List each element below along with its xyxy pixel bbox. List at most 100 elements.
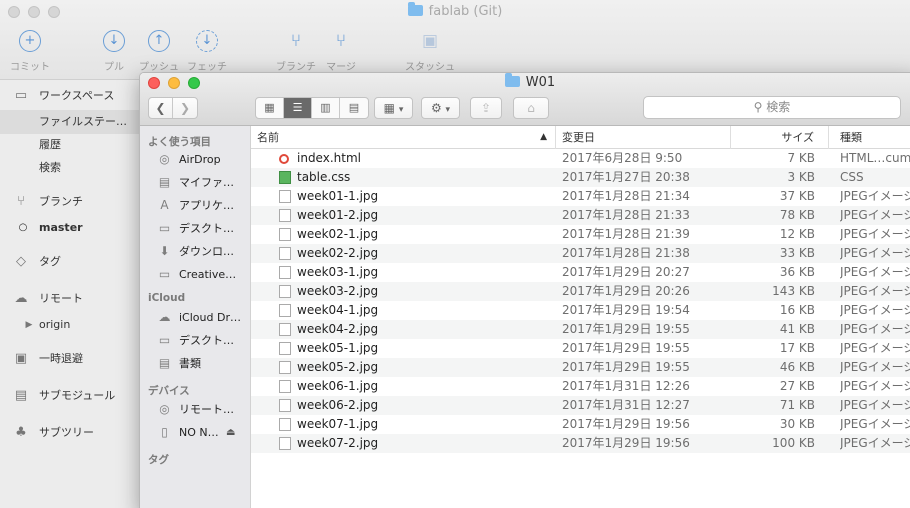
sidebar-stashes[interactable]: ▣ 一時退避 bbox=[0, 347, 140, 371]
fetch-button[interactable]: ↓ フェッチ bbox=[177, 30, 237, 73]
sidebar-item-file-status[interactable]: ファイルステー… bbox=[0, 110, 140, 134]
column-kind[interactable]: 種類 bbox=[829, 126, 910, 149]
eject-icon[interactable]: ⏏ bbox=[226, 423, 235, 442]
file-modified: 2017年1月28日 21:33 bbox=[562, 208, 690, 222]
sidebar-tags[interactable]: ◇ タグ bbox=[0, 250, 140, 274]
sidebar-item-remote-disc[interactable]: ◎ リモート… bbox=[140, 400, 250, 419]
pull-icon: ↓ bbox=[103, 30, 125, 52]
file-modified: 2017年1月31日 12:26 bbox=[562, 379, 690, 393]
table-row[interactable]: week03-1.jpg 2017年1月29日 20:27 36 KB JPEGイメー… bbox=[251, 263, 910, 282]
table-row[interactable]: table.css 2017年1月27日 20:38 3 KB CSS bbox=[251, 168, 910, 187]
file-modified: 2017年1月28日 21:34 bbox=[562, 189, 690, 203]
image-file-icon bbox=[279, 361, 291, 374]
table-row[interactable]: week04-1.jpg 2017年1月29日 19:54 16 KB JPEGイメー… bbox=[251, 301, 910, 320]
sidebar-item-airdrop[interactable]: ◎ AirDrop bbox=[140, 150, 250, 169]
list-view-button[interactable]: ☰ bbox=[284, 98, 312, 118]
folder-icon bbox=[407, 2, 423, 16]
table-row[interactable]: week05-2.jpg 2017年1月29日 19:55 46 KB JPEGイメー… bbox=[251, 358, 910, 377]
image-file-icon bbox=[279, 342, 291, 355]
file-name: week06-2.jpg bbox=[297, 398, 379, 412]
tag-icon: ◇ bbox=[16, 254, 26, 269]
image-file-icon bbox=[279, 228, 291, 241]
column-view-button[interactable]: ▥ bbox=[312, 98, 340, 118]
sidebar-item-applications[interactable]: A アプリケ… bbox=[140, 196, 250, 215]
sidebar-item-history[interactable]: 履歴 bbox=[0, 133, 140, 157]
column-name[interactable]: 名前 ▲ bbox=[251, 126, 556, 149]
file-modified: 2017年1月29日 19:56 bbox=[562, 417, 690, 431]
cloud-icon: ☁ bbox=[14, 291, 28, 306]
share-button[interactable]: ⇪ bbox=[470, 97, 502, 119]
search-input[interactable]: ⚲ 検索 bbox=[643, 96, 901, 119]
file-name: week02-2.jpg bbox=[297, 246, 379, 260]
table-row[interactable]: week07-2.jpg 2017年1月29日 19:56 100 KB JPEGイメ… bbox=[251, 434, 910, 453]
file-modified: 2017年6月28日 9:50 bbox=[562, 151, 683, 165]
table-row[interactable]: week06-2.jpg 2017年1月31日 12:27 71 KB JPEGイメー… bbox=[251, 396, 910, 415]
all-files-icon: ▤ bbox=[158, 175, 171, 189]
column-modified[interactable]: 変更日 bbox=[556, 126, 731, 149]
finder-sidebar: よく使う項目 ◎ AirDrop ▤ マイファ… A アプリケ… ▭ デスクト… ⬇ ダウ… bbox=[140, 126, 251, 508]
column-size[interactable]: サイズ bbox=[731, 126, 829, 149]
back-button[interactable]: ❮ bbox=[149, 98, 173, 118]
sidebar-workspace[interactable]: ▭ ワークスペース bbox=[0, 84, 140, 108]
sidebar-item-icloud-drive[interactable]: ☁ iCloud Dr… bbox=[140, 308, 250, 327]
disclosure-triangle-icon[interactable]: ▶ bbox=[20, 318, 38, 332]
file-kind: JPEGイメージ bbox=[840, 303, 910, 317]
cover-flow-button[interactable]: ▤ bbox=[340, 98, 368, 118]
file-modified: 2017年1月29日 19:55 bbox=[562, 360, 690, 374]
tags-button[interactable]: ⌂ bbox=[513, 97, 549, 119]
file-size: 30 KB bbox=[779, 417, 815, 431]
sidebar-item-desktop[interactable]: ▭ デスクト… bbox=[140, 219, 250, 238]
file-size: 16 KB bbox=[779, 303, 815, 317]
sidebar-item-icloud-desktop[interactable]: ▭ デスクト… bbox=[140, 331, 250, 350]
stash-button[interactable]: ▣ スタッシュ bbox=[400, 30, 460, 73]
sidebar-item-master[interactable]: ○ master bbox=[0, 216, 140, 240]
table-row[interactable]: index.html 2017年6月28日 9:50 7 KB HTML…cument bbox=[251, 149, 910, 168]
image-file-icon bbox=[279, 323, 291, 336]
table-row[interactable]: week02-1.jpg 2017年1月28日 21:39 12 KB JPEGイメー… bbox=[251, 225, 910, 244]
table-row[interactable]: week01-1.jpg 2017年1月28日 21:34 37 KB JPEGイメー… bbox=[251, 187, 910, 206]
stash-icon: ▣ bbox=[421, 31, 439, 51]
action-button[interactable]: ⚙ ▾ bbox=[421, 97, 460, 119]
sort-ascending-icon: ▲ bbox=[540, 132, 547, 142]
sidebar-item-search[interactable]: 検索 bbox=[0, 156, 140, 180]
screen: fablab (Git) + コミット ↓ プル ↑ プッシュ ↓ フェッチ ⑂… bbox=[0, 0, 910, 508]
table-row[interactable]: week07-1.jpg 2017年1月29日 19:56 30 KB JPEGイメー… bbox=[251, 415, 910, 434]
sidebar-item-drive[interactable]: ▯ NO N… ⏏ bbox=[140, 423, 250, 442]
tag-icon: ⌂ bbox=[527, 101, 535, 115]
arrange-button[interactable]: ▦ ▾ bbox=[374, 97, 413, 119]
chevron-down-icon: ▾ bbox=[398, 105, 404, 115]
sidebar-item-documents[interactable]: ▤ 書類 bbox=[140, 354, 250, 373]
back-forward-buttons: ❮ ❯ bbox=[148, 97, 198, 119]
merge-button[interactable]: ⑂ マージ bbox=[311, 30, 371, 73]
sidebar-item-creative[interactable]: ▭ Creative… bbox=[140, 265, 250, 284]
sidebar-remotes[interactable]: ☁ リモート bbox=[0, 287, 140, 311]
table-row[interactable]: week04-2.jpg 2017年1月29日 19:55 41 KB JPEGイメー… bbox=[251, 320, 910, 339]
table-row[interactable]: week05-1.jpg 2017年1月29日 19:55 17 KB JPEGイメー… bbox=[251, 339, 910, 358]
sidebar-item-downloads[interactable]: ⬇ ダウンロ… bbox=[140, 242, 250, 261]
table-row[interactable]: week06-1.jpg 2017年1月31日 12:26 27 KB JPEGイメー… bbox=[251, 377, 910, 396]
sidebar-submodules[interactable]: ▤ サブモジュール bbox=[0, 384, 140, 408]
commit-label: コミット bbox=[10, 62, 50, 73]
file-name: index.html bbox=[297, 151, 361, 165]
commit-button[interactable]: + コミット bbox=[0, 30, 60, 73]
table-row[interactable]: week02-2.jpg 2017年1月28日 21:38 33 KB JPEGイメー… bbox=[251, 244, 910, 263]
file-size: 41 KB bbox=[779, 322, 815, 336]
file-name: week07-2.jpg bbox=[297, 436, 379, 450]
image-file-icon bbox=[279, 437, 291, 450]
fetch-icon: ↓ bbox=[196, 30, 218, 52]
table-row[interactable]: week01-2.jpg 2017年1月28日 21:33 78 KB JPEGイメー… bbox=[251, 206, 910, 225]
table-row[interactable]: week03-2.jpg 2017年1月29日 20:26 143 KB JPEGイメ… bbox=[251, 282, 910, 301]
file-size: 17 KB bbox=[779, 341, 815, 355]
sidebar-branches[interactable]: ⑂ ブランチ bbox=[0, 190, 140, 214]
sidebar-subtrees[interactable]: ♣ サブツリー bbox=[0, 421, 140, 445]
sidebar-item-origin[interactable]: ▶ origin bbox=[0, 313, 140, 337]
css-file-icon bbox=[279, 171, 291, 184]
file-name: week05-1.jpg bbox=[297, 341, 379, 355]
file-name: week01-2.jpg bbox=[297, 208, 379, 222]
file-size: 78 KB bbox=[779, 208, 815, 222]
file-size: 46 KB bbox=[779, 360, 815, 374]
forward-button[interactable]: ❯ bbox=[173, 98, 197, 118]
subtree-icon: ♣ bbox=[15, 425, 27, 440]
icon-view-button[interactable]: ▦ bbox=[256, 98, 284, 118]
sidebar-item-all-files[interactable]: ▤ マイファ… bbox=[140, 173, 250, 192]
